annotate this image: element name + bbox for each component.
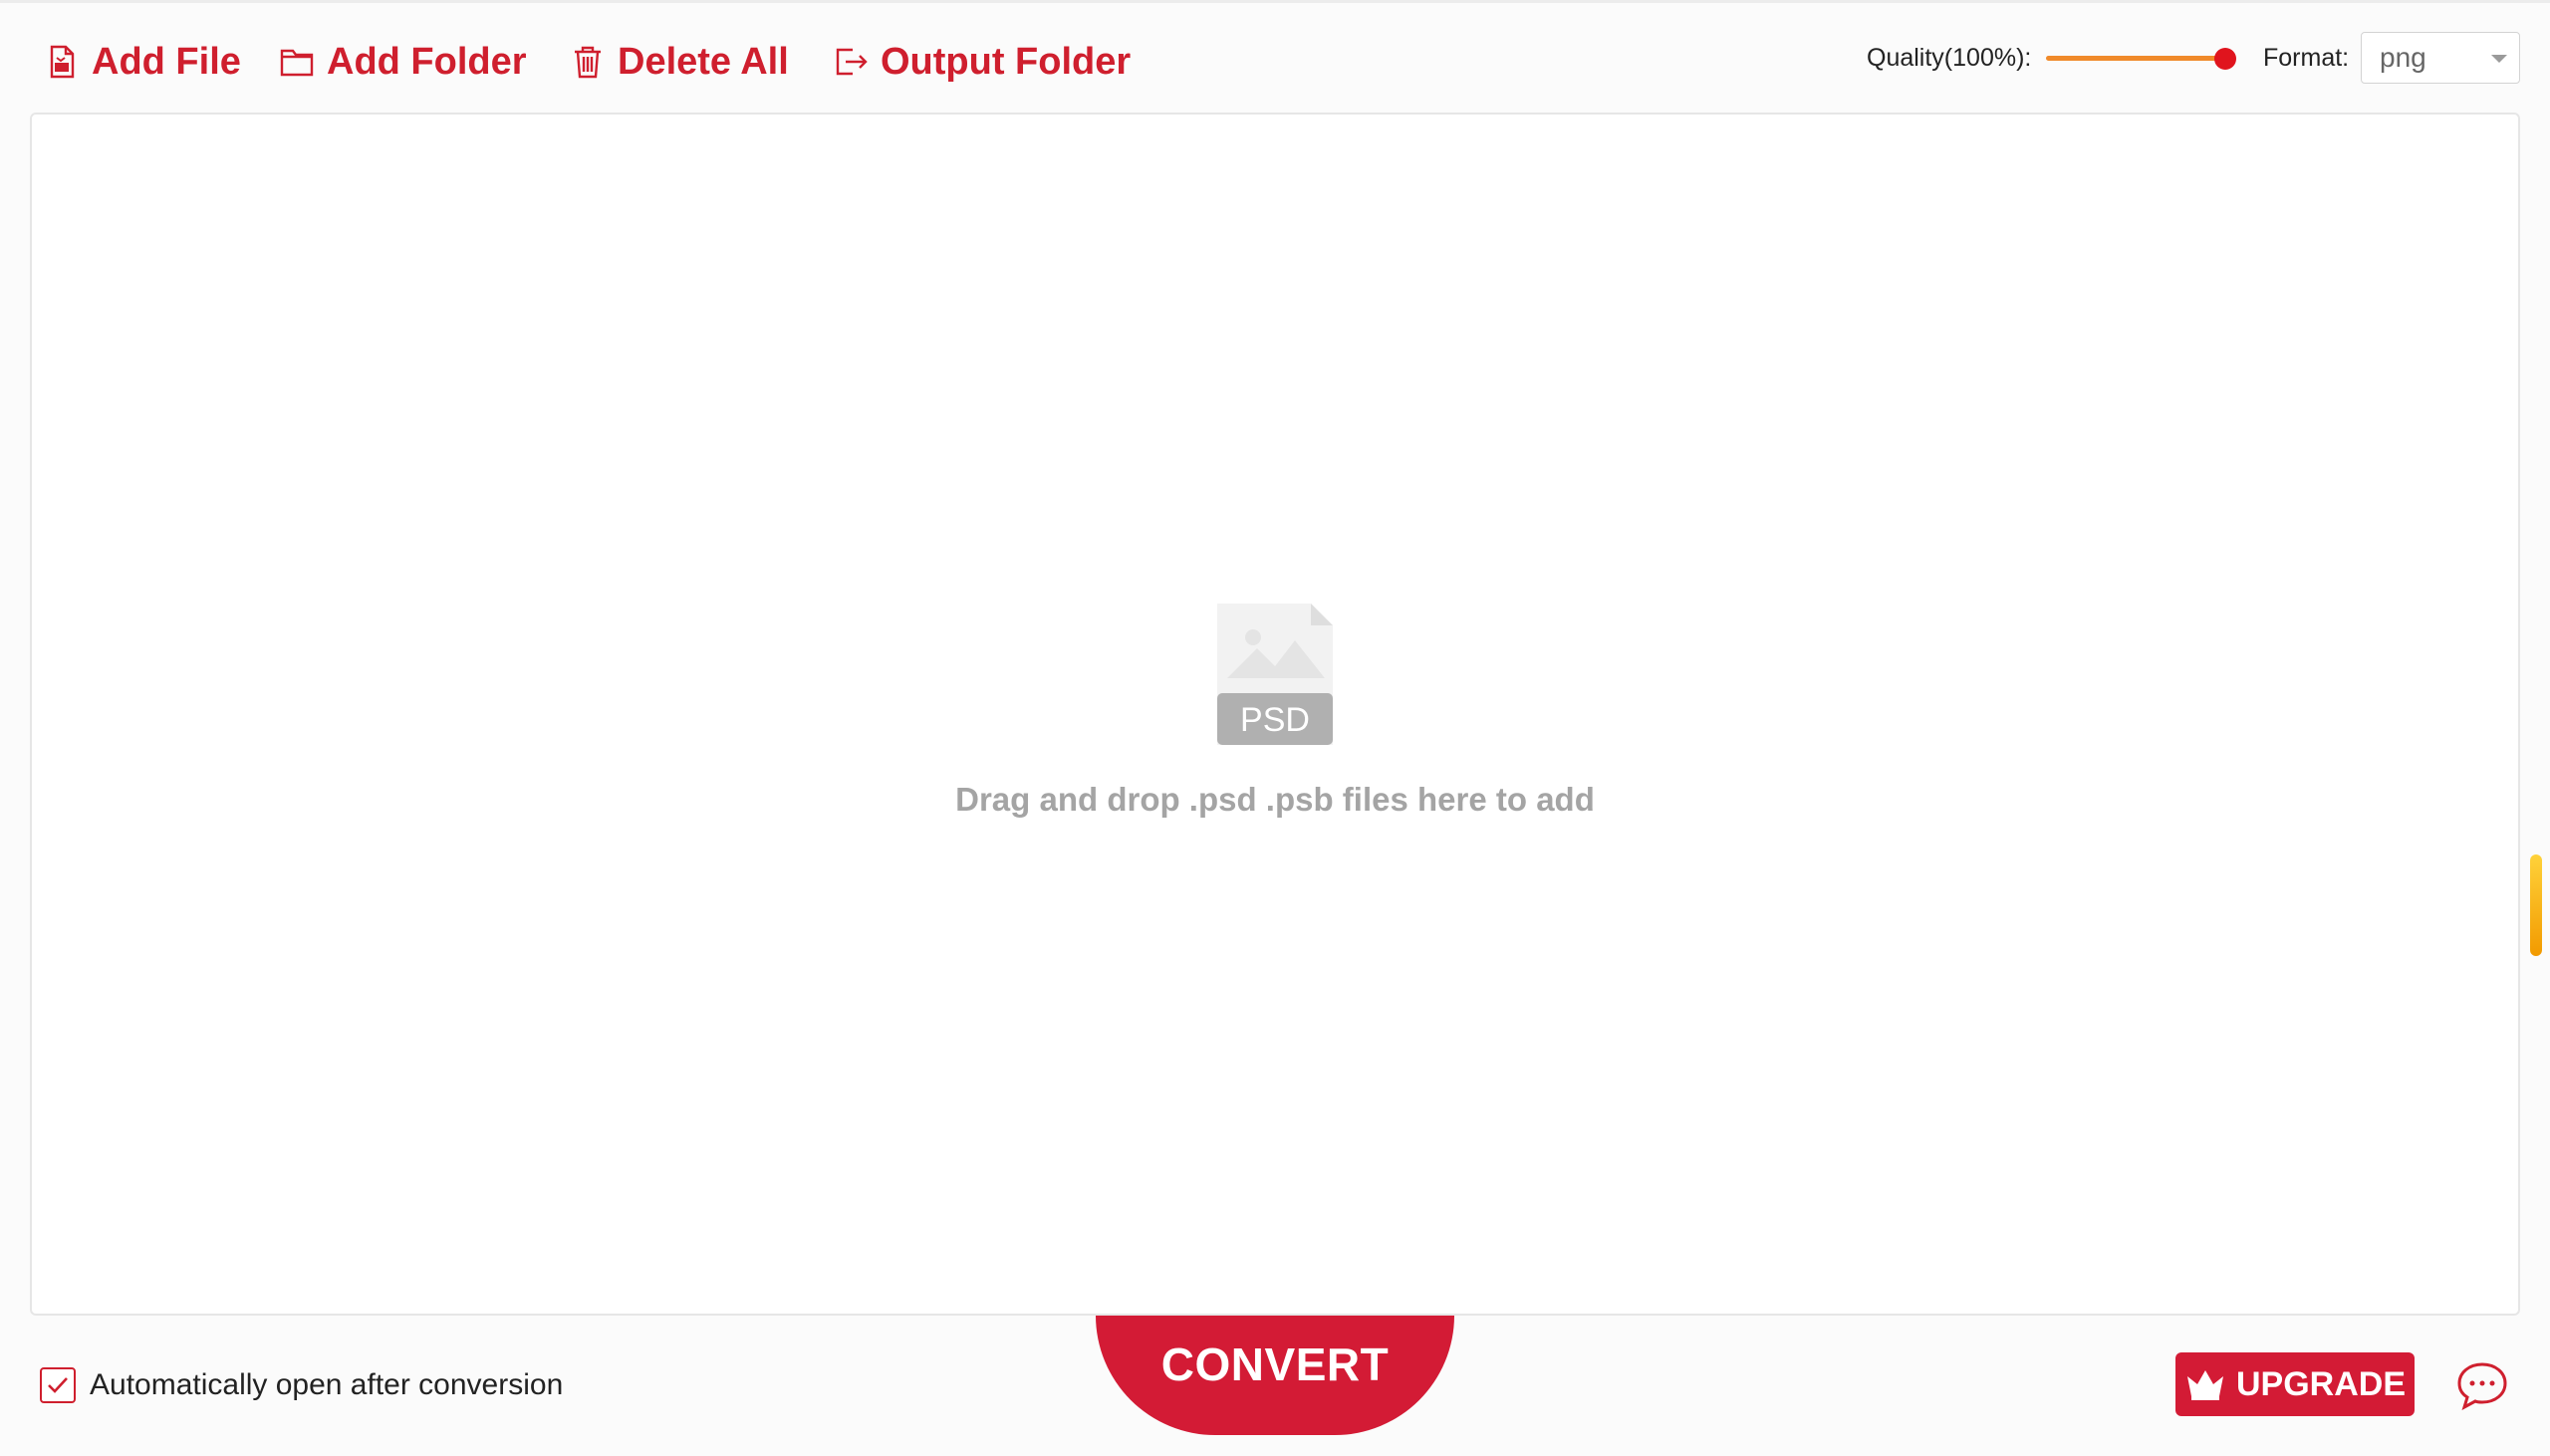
delete-all-label: Delete All (618, 40, 789, 83)
output-folder-icon (836, 48, 868, 76)
toolbar: Add File Add Folder Delete All Output Fo… (0, 0, 2550, 112)
app-window: Add File Add Folder Delete All Output Fo… (0, 0, 2550, 1456)
auto-open-checkbox[interactable] (40, 1367, 76, 1403)
psd-icon-text: PSD (1240, 701, 1310, 739)
format-value: png (2380, 42, 2426, 73)
quality-label: Quality(100%): (1867, 43, 2032, 72)
output-folder-button[interactable]: Output Folder (833, 38, 1131, 86)
chevron-down-icon (2491, 55, 2507, 63)
add-folder-button[interactable]: Add Folder (279, 38, 527, 86)
quality-slider[interactable] (2046, 48, 2236, 70)
upgrade-label: UPGRADE (2235, 1364, 2407, 1403)
format-select[interactable]: png (2361, 32, 2520, 84)
format-label: Format: (2263, 44, 2350, 72)
psd-file-icon: PSD (1217, 604, 1333, 745)
auto-open-option[interactable]: Automatically open after conversion (40, 1365, 563, 1405)
add-folder-label: Add Folder (327, 40, 527, 83)
quality-control: Quality(100%): (1867, 40, 2031, 76)
quality-slider-track[interactable] (2046, 56, 2223, 61)
auto-open-label: Automatically open after conversion (90, 1368, 564, 1401)
drop-hint: Drag and drop .psd .psb files here to ad… (955, 781, 1595, 818)
delete-all-button[interactable]: Delete All (570, 38, 789, 86)
crown-icon (2186, 1370, 2223, 1400)
upgrade-button[interactable]: UPGRADE (2175, 1352, 2415, 1416)
add-folder-icon (280, 49, 314, 77)
output-folder-label: Output Folder (881, 40, 1132, 83)
convert-label: CONVERT (1160, 1338, 1390, 1390)
checkmark-icon (48, 1377, 68, 1393)
chat-icon[interactable] (2456, 1360, 2508, 1410)
scroll-indicator[interactable] (2530, 854, 2542, 956)
quality-slider-thumb[interactable] (2214, 48, 2236, 70)
delete-icon (575, 46, 601, 79)
add-file-button[interactable]: Add File (44, 38, 241, 86)
convert-button[interactable]: CONVERT (1096, 1316, 1454, 1435)
add-file-label: Add File (92, 40, 241, 83)
add-file-icon (50, 45, 75, 79)
